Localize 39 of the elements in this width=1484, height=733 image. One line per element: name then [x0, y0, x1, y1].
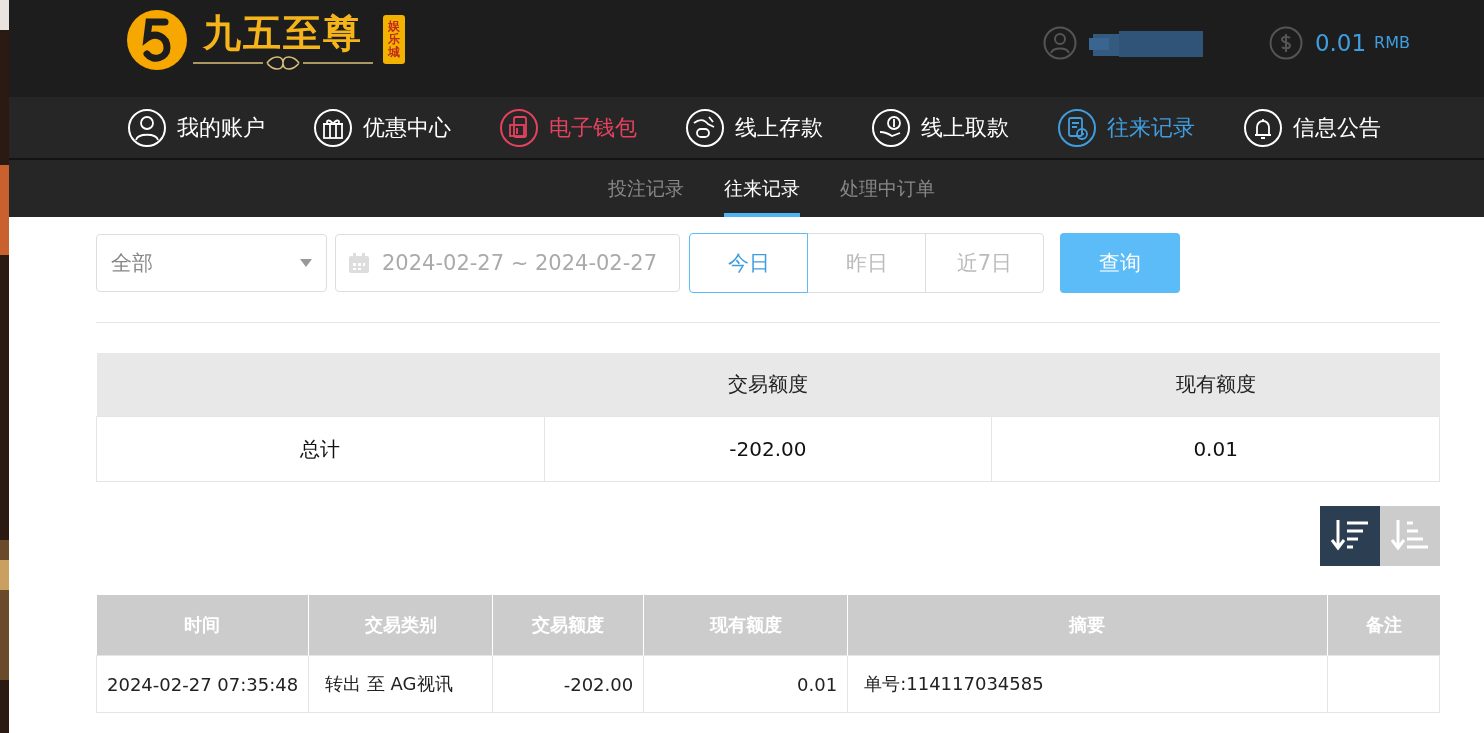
currency-label: RMB — [1374, 33, 1410, 52]
table-cell: -202.00 — [492, 655, 644, 713]
nav-item[interactable]: 电子钱包 — [495, 107, 641, 148]
user-icon — [127, 107, 167, 148]
table-cell: 2024-02-27 07:35:48 — [96, 655, 309, 713]
subtab[interactable]: 处理中订单 — [840, 160, 935, 217]
nav-item[interactable]: 我的账户 — [123, 107, 269, 148]
balance-amount: 0.01 — [1314, 29, 1367, 56]
column-header: 交易额度 — [544, 353, 992, 417]
table-cell: -202.00 — [544, 416, 992, 482]
gift-icon — [313, 107, 353, 148]
ornament-icon — [193, 55, 373, 70]
dropdown-caret-icon — [300, 259, 312, 267]
subtab[interactable]: 往来记录 — [724, 160, 800, 217]
user-icon — [1042, 25, 1077, 60]
nav-item[interactable]: 线上取款 — [867, 107, 1013, 148]
table-cell: 单号:114117034585 — [847, 655, 1327, 713]
bell-icon — [1243, 107, 1283, 148]
column-header: 现有额度 — [991, 353, 1440, 417]
table-cell: 转出 至 AG视讯 — [308, 655, 493, 713]
date-range-button[interactable]: 今日 — [689, 233, 808, 293]
subtab[interactable]: 投注记录 — [608, 160, 684, 217]
dollar-icon — [1268, 25, 1303, 60]
clipboard-clock-icon — [1057, 107, 1097, 148]
table-cell: 总计 — [96, 416, 544, 482]
sort-button[interactable] — [1320, 506, 1380, 566]
table-cell: 0.01 — [991, 416, 1440, 482]
nav-item[interactable]: 信息公告 — [1239, 107, 1385, 148]
calendar-icon — [348, 252, 370, 274]
nav-item[interactable]: 优惠中心 — [309, 107, 455, 148]
logo-title: 九五至尊 — [203, 9, 363, 56]
wallet-icon — [499, 107, 539, 148]
logo-icon — [125, 7, 189, 72]
table-cell: 0.01 — [643, 655, 848, 713]
type-select[interactable]: 全部 — [96, 234, 327, 292]
logo-badge: 娱乐城 — [383, 14, 405, 65]
nav-item[interactable]: 往来记录 — [1053, 107, 1199, 148]
date-range-field[interactable]: 2024-02-27 ~ 2024-02-27 — [335, 234, 680, 292]
nav-item[interactable]: 线上存款 — [681, 107, 827, 148]
